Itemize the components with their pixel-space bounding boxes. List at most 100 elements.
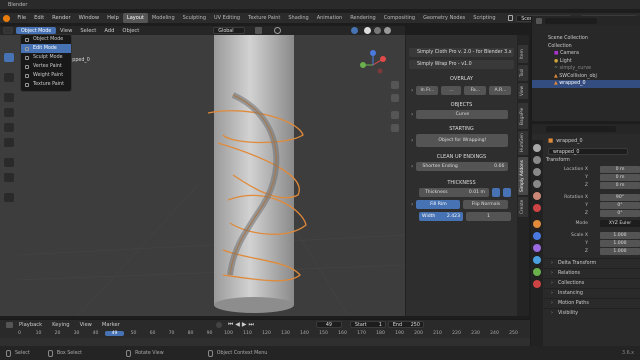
location-x-field[interactable]: 0 m bbox=[600, 166, 640, 173]
expand-arrow-icon[interactable]: › bbox=[411, 201, 413, 208]
timeline-marker-menu[interactable]: Marker bbox=[98, 322, 124, 328]
tab-layout[interactable]: Layout bbox=[122, 13, 148, 23]
tab-create[interactable]: Create bbox=[518, 197, 528, 217]
current-frame-field[interactable]: 49 bbox=[315, 321, 342, 328]
expand-arrow-icon[interactable]: › bbox=[411, 87, 413, 94]
transform-tool-icon[interactable] bbox=[4, 138, 14, 147]
mode-sculpt[interactable]: Sculpt Mode bbox=[21, 53, 71, 62]
mode-weight-paint[interactable]: Weight Paint bbox=[21, 71, 71, 80]
outliner-search-input[interactable] bbox=[545, 17, 597, 24]
filter-icon[interactable] bbox=[536, 17, 542, 24]
timeline-playhead[interactable]: 49 bbox=[105, 331, 124, 336]
expand-arrow-icon[interactable]: › bbox=[411, 111, 413, 118]
scale-z-field[interactable]: 1.000 bbox=[600, 248, 640, 255]
tab-humgen[interactable]: HumGen bbox=[518, 131, 528, 155]
view-layer-props-icon[interactable] bbox=[533, 180, 541, 188]
play-icon[interactable]: ▶ bbox=[242, 321, 247, 328]
constraint-props-icon[interactable] bbox=[533, 268, 541, 276]
shading-material-icon[interactable] bbox=[374, 27, 382, 34]
overlay-toggle-icon[interactable] bbox=[351, 27, 359, 34]
output-props-icon[interactable] bbox=[533, 168, 541, 176]
tool-props-icon[interactable] bbox=[533, 144, 541, 152]
collections-panel[interactable]: Collections bbox=[544, 278, 640, 289]
timeline-keying-menu[interactable]: Keying bbox=[48, 322, 73, 328]
vp-menu-select[interactable]: Select bbox=[76, 28, 100, 34]
outliner-swcollision[interactable]: ▲ SWCollision_obj bbox=[532, 73, 640, 81]
jump-end-icon[interactable]: ⏭ bbox=[249, 321, 254, 329]
motion-paths-panel[interactable]: Motion Paths bbox=[544, 298, 640, 309]
rotation-y-field[interactable]: 0° bbox=[600, 202, 640, 209]
jump-start-icon[interactable]: ⏮ bbox=[228, 321, 233, 329]
select-box-tool-icon[interactable] bbox=[4, 53, 14, 62]
timeline-ruler[interactable]: 0 10 20 30 40 49 50 60 70 80 90 100 110 120 130 140 150 1… bbox=[0, 329, 530, 338]
physics-props-icon[interactable] bbox=[533, 256, 541, 264]
start-frame-field[interactable]: Start 1 bbox=[349, 321, 386, 328]
tab-uv-editing[interactable]: UV Editing bbox=[210, 13, 244, 23]
overlay-button-1[interactable]: In Fr... bbox=[416, 86, 439, 95]
outliner-camera[interactable]: ■ Camera bbox=[532, 50, 640, 58]
thickness-field[interactable]: Thickness 0.01 m bbox=[419, 188, 489, 197]
rotation-z-field[interactable]: 0° bbox=[600, 210, 640, 217]
tab-item[interactable]: Item bbox=[518, 45, 528, 63]
flip-normals-toggle[interactable]: Flip Normals bbox=[463, 200, 509, 209]
tab-compositing[interactable]: Compositing bbox=[380, 13, 419, 23]
relations-panel[interactable]: Relations bbox=[544, 268, 640, 279]
shorten-ending-slider[interactable]: Shorten Ending 0.66 bbox=[416, 162, 509, 171]
shading-render-icon[interactable] bbox=[384, 27, 392, 34]
measure-tool-icon[interactable] bbox=[4, 173, 14, 182]
tab-bagapie[interactable]: BagaPie bbox=[518, 103, 528, 129]
instancing-panel[interactable]: Instancing bbox=[544, 288, 640, 299]
play-reverse-icon[interactable]: ◀ bbox=[235, 321, 240, 328]
timeline-editor-icon[interactable] bbox=[6, 321, 13, 328]
scale-y-field[interactable]: 1.000 bbox=[600, 240, 640, 247]
mode-selector[interactable]: Object Mode bbox=[16, 27, 56, 34]
timeline-view-menu[interactable]: View bbox=[76, 322, 96, 328]
timeline-track[interactable] bbox=[0, 338, 530, 346]
outliner-simply-curve[interactable]: ~ simply_curve bbox=[532, 65, 640, 73]
menu-window[interactable]: Window bbox=[75, 15, 103, 21]
scale-tool-icon[interactable] bbox=[4, 123, 14, 132]
orientation-dropdown[interactable]: Global bbox=[213, 27, 246, 34]
editor-type-button[interactable] bbox=[3, 27, 13, 34]
outliner-collection[interactable]: Collection bbox=[532, 43, 640, 51]
expand-arrow-icon[interactable]: › bbox=[411, 137, 413, 144]
menu-edit[interactable]: Edit bbox=[30, 15, 48, 21]
shading-solid-icon[interactable] bbox=[364, 27, 372, 34]
world-props-icon[interactable] bbox=[533, 204, 541, 212]
object-props-icon[interactable] bbox=[533, 220, 541, 228]
width-slider[interactable]: Width 2.423 bbox=[419, 212, 463, 221]
tab-modeling[interactable]: Modeling bbox=[148, 13, 179, 23]
record-icon[interactable] bbox=[215, 321, 222, 328]
vp-menu-add[interactable]: Add bbox=[100, 28, 118, 34]
thickness-toggle-icon[interactable] bbox=[492, 188, 500, 197]
move-tool-icon[interactable] bbox=[4, 93, 14, 102]
outliner-wrapped[interactable]: ▲ wrapped_0 bbox=[532, 80, 640, 88]
wrap-pro-header[interactable]: Simply Wrap Pro - v1.0 bbox=[409, 60, 514, 69]
location-z-field[interactable]: 0 m bbox=[600, 182, 640, 189]
tab-texture-paint[interactable]: Texture Paint bbox=[244, 13, 284, 23]
location-y-field[interactable]: 0 m bbox=[600, 174, 640, 181]
delta-transform-panel[interactable]: Delta Transform bbox=[544, 258, 640, 269]
tab-rendering[interactable]: Rendering bbox=[346, 13, 380, 23]
vp-menu-object[interactable]: Object bbox=[118, 28, 143, 34]
rotation-mode-dropdown[interactable]: XYZ Euler bbox=[600, 220, 640, 227]
tab-shading[interactable]: Shading bbox=[284, 13, 312, 23]
blender-logo-icon[interactable] bbox=[3, 14, 11, 22]
objects-curve-field[interactable]: Curve bbox=[416, 110, 509, 119]
tab-animation[interactable]: Animation bbox=[313, 13, 347, 23]
add-cube-tool-icon[interactable] bbox=[4, 193, 14, 202]
visibility-panel[interactable]: Visibility bbox=[544, 308, 640, 319]
end-frame-field[interactable]: End 250 bbox=[387, 321, 424, 328]
tab-view[interactable]: View bbox=[518, 83, 528, 99]
timeline-playback-menu[interactable]: Playback bbox=[15, 322, 46, 328]
transform-panel-header[interactable]: Transform bbox=[532, 156, 640, 166]
rotate-tool-icon[interactable] bbox=[4, 108, 14, 117]
mode-edit[interactable]: Edit Mode bbox=[21, 44, 71, 53]
outliner-scene-collection[interactable]: Scene Collection bbox=[532, 35, 640, 43]
properties-search-input[interactable] bbox=[546, 126, 616, 132]
thickness-mode-icon[interactable] bbox=[503, 188, 511, 197]
mode-object[interactable]: Object Mode bbox=[21, 35, 71, 44]
modifier-props-icon[interactable] bbox=[533, 232, 541, 240]
tab-tool[interactable]: Tool bbox=[518, 65, 528, 81]
annotate-tool-icon[interactable] bbox=[4, 158, 14, 167]
